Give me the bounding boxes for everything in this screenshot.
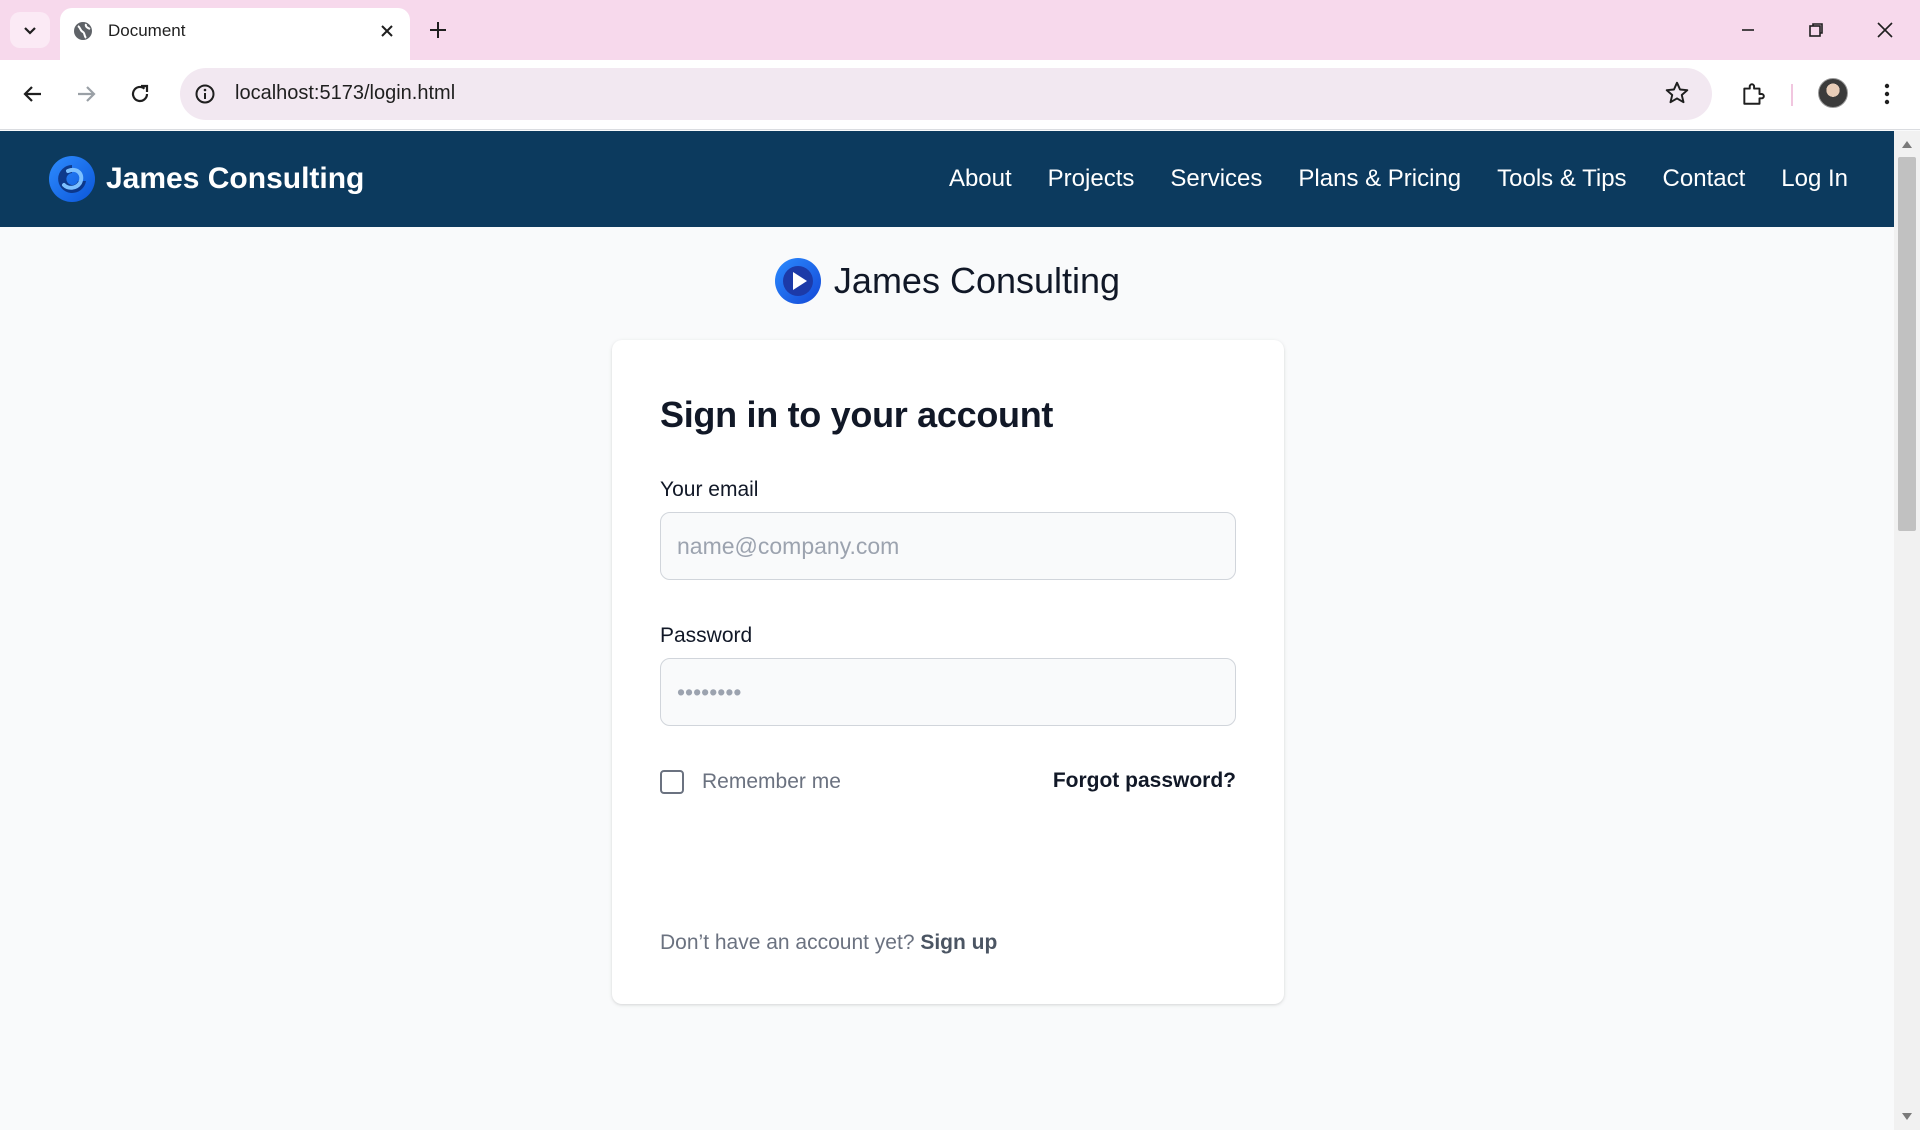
remember-me-checkbox[interactable] — [660, 770, 684, 794]
close-window-icon — [1877, 22, 1893, 38]
signup-prompt: Don’t have an account yet? Sign up — [660, 931, 997, 955]
back-button[interactable] — [13, 74, 53, 114]
nav-link-contact[interactable]: Contact — [1663, 165, 1746, 193]
nav-link-login[interactable]: Log In — [1781, 165, 1848, 193]
brand-name: James Consulting — [106, 162, 365, 195]
email-label: Your email — [660, 478, 759, 501]
kebab-menu-icon — [1884, 83, 1890, 105]
navbar-brand[interactable]: James Consulting — [48, 155, 364, 203]
site-navbar: James Consulting About Projects Services… — [0, 131, 1894, 227]
login-brand-name: James Consulting — [833, 260, 1121, 301]
email-field-wrapper — [660, 512, 1236, 580]
nav-link-tools-tips[interactable]: Tools & Tips — [1497, 165, 1626, 193]
restore-icon — [1809, 23, 1823, 37]
minimize-icon — [1742, 29, 1754, 31]
login-card: Sign in to your account Your email Passw… — [612, 340, 1284, 1004]
puzzle-icon — [1743, 83, 1765, 105]
password-field[interactable] — [661, 659, 1235, 725]
nav-link-services[interactable]: Services — [1170, 165, 1262, 193]
nav-link-plans-pricing[interactable]: Plans & Pricing — [1298, 165, 1461, 193]
browser-toolbar: localhost:5173/login.html — [0, 60, 1920, 130]
login-heading: Sign in to your account — [660, 394, 1054, 435]
scroll-up-arrow-icon[interactable] — [1902, 141, 1912, 148]
page-viewport: James Consulting About Projects Services… — [0, 131, 1894, 1130]
email-field[interactable] — [661, 513, 1235, 579]
login-brand[interactable]: James Consulting — [0, 257, 1894, 305]
extensions-button[interactable] — [1735, 76, 1771, 112]
minimize-button[interactable] — [1720, 8, 1776, 52]
close-window-button[interactable] — [1857, 8, 1913, 52]
plus-icon — [430, 22, 446, 38]
forgot-password-link[interactable]: Forgot password? — [1053, 769, 1236, 793]
remember-me-label[interactable]: Remember me — [702, 770, 841, 794]
forward-button[interactable] — [66, 74, 106, 114]
restore-button[interactable] — [1788, 8, 1844, 52]
main-menu: About Projects Services Plans & Pricing … — [913, 131, 1848, 227]
tab-close-button[interactable] — [374, 18, 400, 44]
browser-tab-bar: Document — [0, 0, 1920, 60]
nav-link-projects[interactable]: Projects — [1048, 165, 1135, 193]
scrollbar-thumb[interactable] — [1898, 157, 1916, 531]
toolbar-divider — [1791, 84, 1793, 106]
arrow-left-icon — [23, 86, 41, 102]
globe-icon — [74, 22, 92, 40]
profile-avatar[interactable] — [1818, 78, 1848, 108]
play-logo-icon — [774, 258, 821, 304]
arrow-right-icon — [78, 86, 96, 102]
bookmark-button[interactable] — [1664, 80, 1690, 111]
new-tab-button[interactable] — [420, 12, 456, 48]
close-icon — [381, 25, 393, 37]
site-info-button[interactable] — [192, 81, 218, 107]
nav-link-about[interactable]: About — [949, 165, 1012, 193]
tab-list-button[interactable] — [10, 12, 50, 48]
url-text[interactable]: localhost:5173/login.html — [235, 82, 455, 105]
signup-prompt-text: Don’t have an account yet? — [660, 931, 921, 954]
star-icon — [1665, 81, 1689, 104]
info-icon — [195, 84, 215, 104]
password-label: Password — [660, 624, 753, 647]
brand-logo-icon — [49, 156, 95, 202]
password-field-wrapper — [660, 658, 1236, 726]
reload-icon — [131, 84, 149, 103]
chevron-down-icon — [24, 27, 36, 35]
page-scrollbar[interactable] — [1894, 131, 1920, 1130]
reload-button[interactable] — [120, 74, 160, 114]
tab-title: Document — [108, 21, 186, 40]
scroll-down-arrow-icon[interactable] — [1902, 1113, 1912, 1120]
signup-link[interactable]: Sign up — [920, 931, 997, 954]
browser-tab[interactable]: Document — [60, 8, 410, 60]
address-bar[interactable]: localhost:5173/login.html — [180, 68, 1712, 120]
browser-menu-button[interactable] — [1869, 76, 1905, 112]
